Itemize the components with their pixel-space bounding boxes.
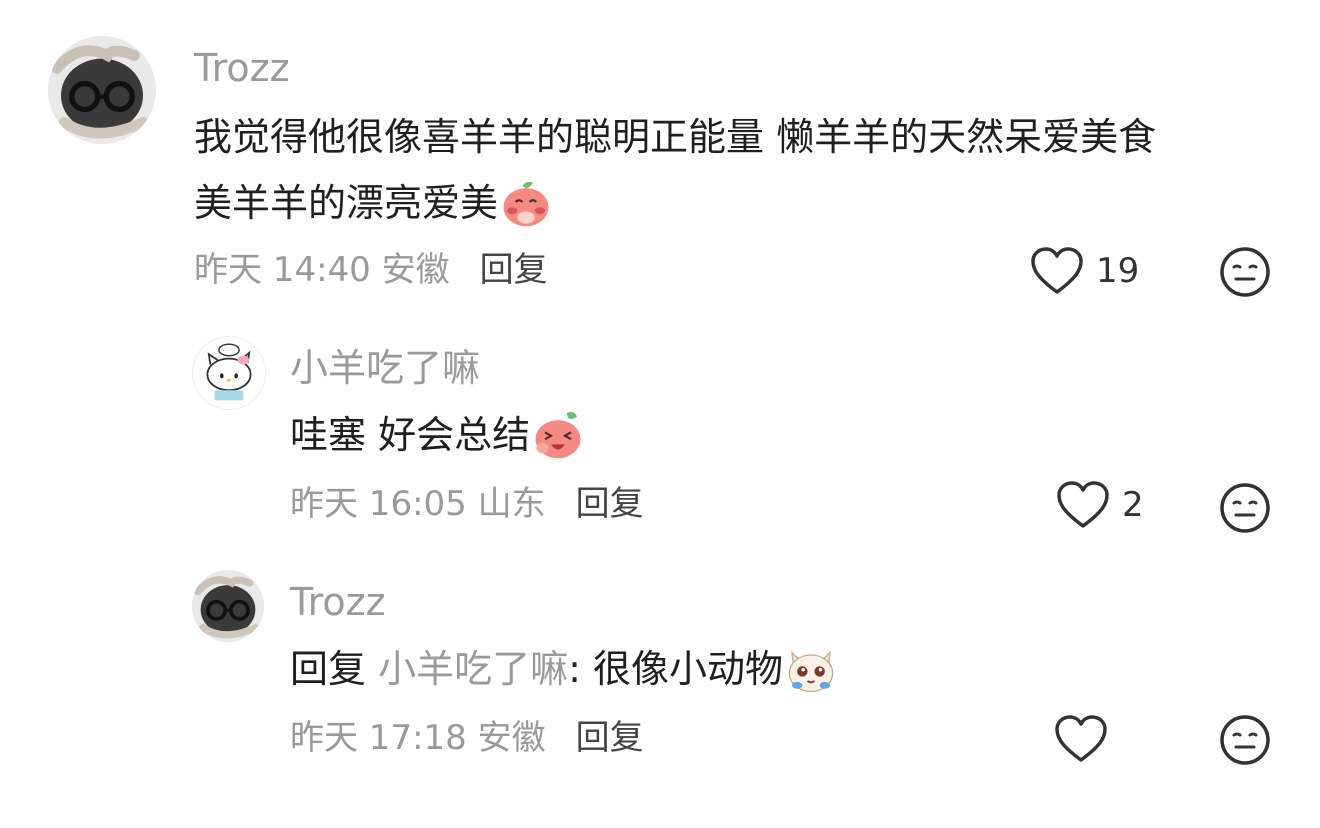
reply-prefix: 回复: [290, 647, 367, 691]
meh-face-icon: [1220, 247, 1270, 297]
reply-button[interactable]: 回复: [576, 484, 644, 524]
laughing-peach-emoji-icon: [532, 408, 584, 460]
heart-icon: [1031, 247, 1083, 294]
comment-text-line2: 美羊羊的漂亮爱美: [194, 181, 499, 225]
shy-peach-emoji-icon: [500, 176, 552, 228]
comment-item: Trozz 我觉得他很像喜羊羊的聪明正能量 懒羊羊的天然呆爱美食 美羊羊的漂亮爱…: [0, 0, 1320, 300]
reply-button[interactable]: 回复: [480, 250, 548, 290]
comment-time-location: 昨天 16:05 山东: [290, 484, 546, 524]
dislike-button[interactable]: [1219, 246, 1271, 298]
reply-button[interactable]: 回复: [576, 718, 644, 758]
comment-text-row: 哇塞 好会总结: [290, 402, 584, 468]
comment-item: 小羊吃了嘛 哇塞 好会总结 昨天 16:05 山东 回复 2: [0, 330, 1320, 550]
heart-icon: [1055, 715, 1107, 762]
comment-username[interactable]: 小羊吃了嘛: [290, 346, 480, 390]
meh-face-icon: [1220, 715, 1270, 765]
comment-text: 我觉得他很像喜羊羊的聪明正能量 懒羊羊的天然呆爱美食: [194, 104, 1156, 170]
comment-text-row: 回复 小羊吃了嘛: 很像小动物: [290, 636, 837, 702]
dislike-button[interactable]: [1219, 714, 1271, 766]
like-count: 2: [1122, 485, 1144, 525]
dislike-button[interactable]: [1219, 482, 1271, 534]
comment-text: : 很像小动物: [568, 647, 784, 691]
comment-time-location: 昨天 17:18 安徽: [290, 718, 546, 758]
avatar[interactable]: [48, 36, 156, 144]
like-button[interactable]: [1054, 714, 1108, 764]
comment-item: Trozz 回复 小羊吃了嘛: 很像小动物 昨天 17:18 安徽 回复: [0, 566, 1320, 786]
teary-cat-emoji-icon: [785, 642, 837, 694]
comment-time-location: 昨天 14:40 安徽: [194, 250, 450, 290]
comment-text-line1: 我觉得他很像喜羊羊的聪明正能量 懒羊羊的天然呆爱美食: [194, 115, 1157, 159]
comment-username[interactable]: Trozz: [290, 580, 386, 624]
glasses-hands-avatar-icon: [192, 570, 264, 642]
glasses-hands-avatar-icon: [48, 36, 156, 144]
comment-text: 哇塞 好会总结: [290, 413, 531, 457]
hello-kitty-avatar-icon: [193, 337, 265, 409]
avatar[interactable]: [192, 570, 264, 642]
reply-target-username[interactable]: 小羊吃了嘛: [378, 647, 568, 691]
comment-text-line2-row: 美羊羊的漂亮爱美: [194, 170, 552, 236]
avatar[interactable]: [192, 336, 266, 410]
comment-meta: 昨天 16:05 山东 回复: [290, 484, 644, 524]
comment-username[interactable]: Trozz: [194, 46, 290, 90]
heart-icon: [1057, 481, 1109, 528]
like-button[interactable]: 19: [1030, 246, 1139, 296]
comment-meta: 昨天 14:40 安徽 回复: [194, 250, 548, 290]
meh-face-icon: [1220, 483, 1270, 533]
like-count: 19: [1096, 251, 1140, 291]
like-button[interactable]: 2: [1056, 480, 1144, 530]
comment-meta: 昨天 17:18 安徽 回复: [290, 718, 644, 758]
